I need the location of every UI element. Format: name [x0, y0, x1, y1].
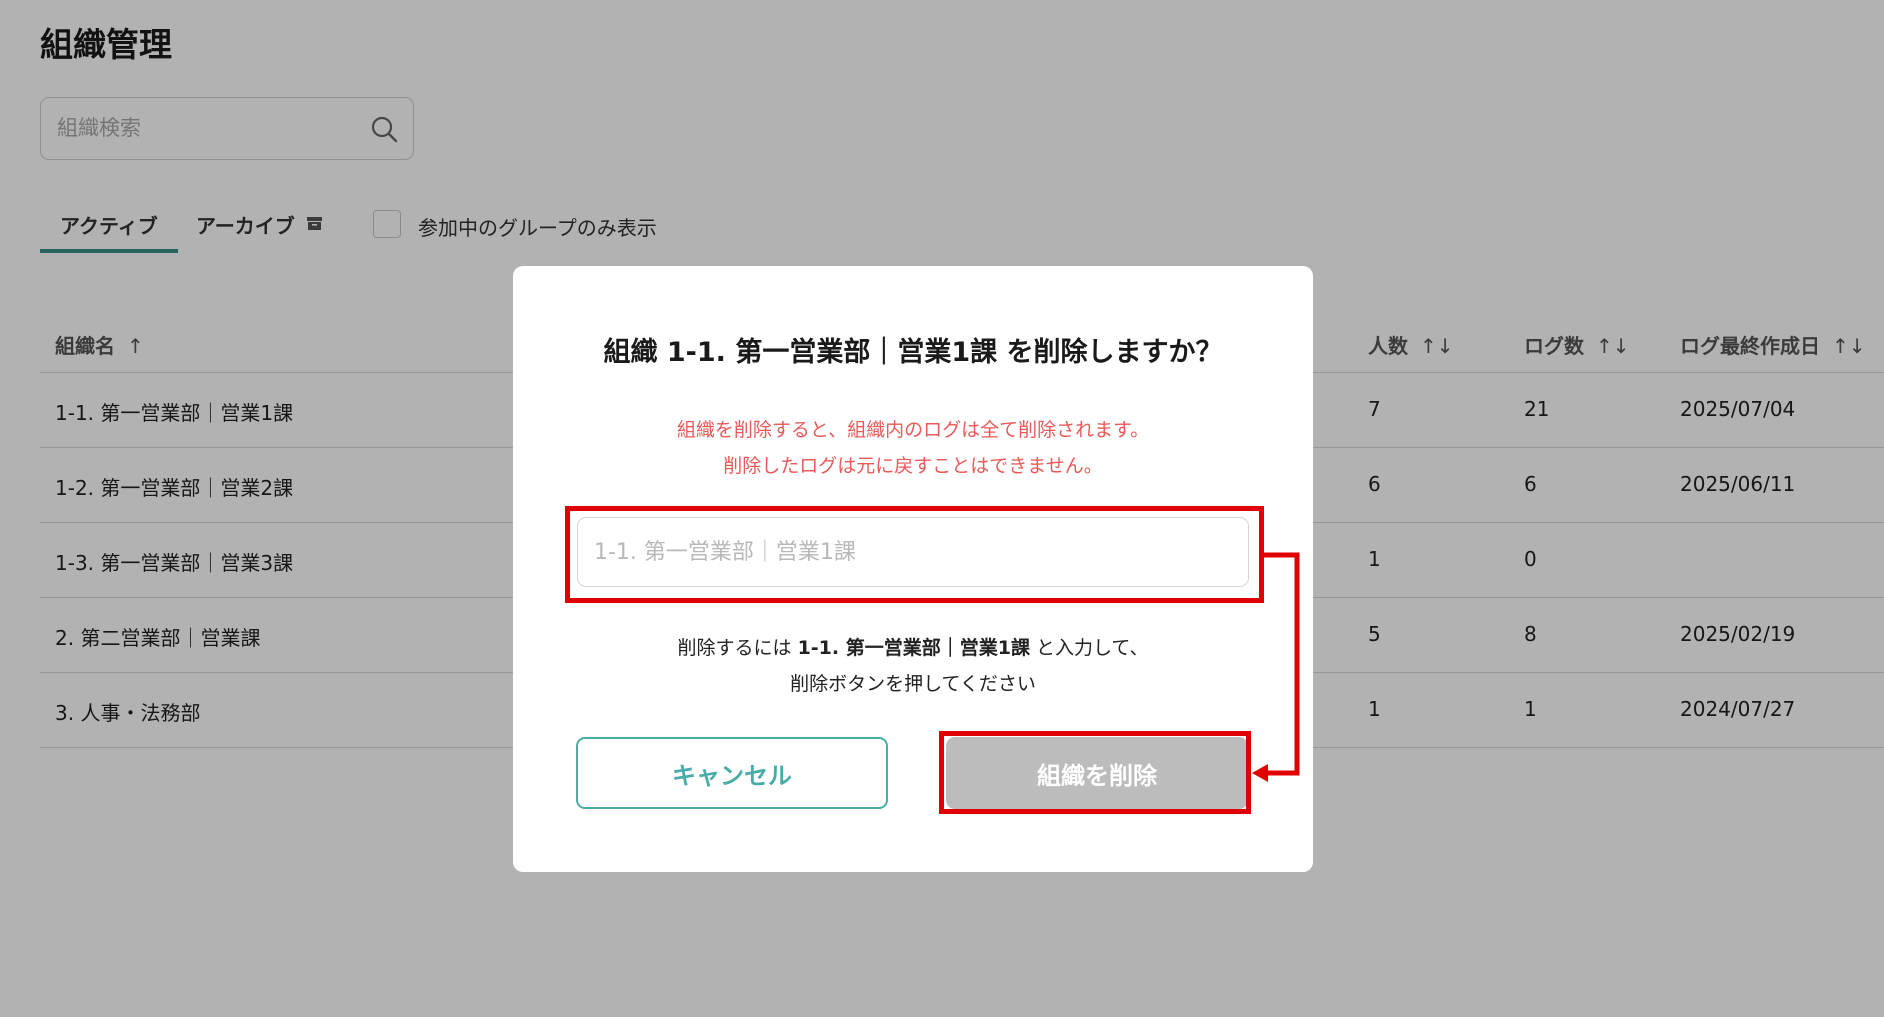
connector-arrow	[1252, 552, 1300, 782]
